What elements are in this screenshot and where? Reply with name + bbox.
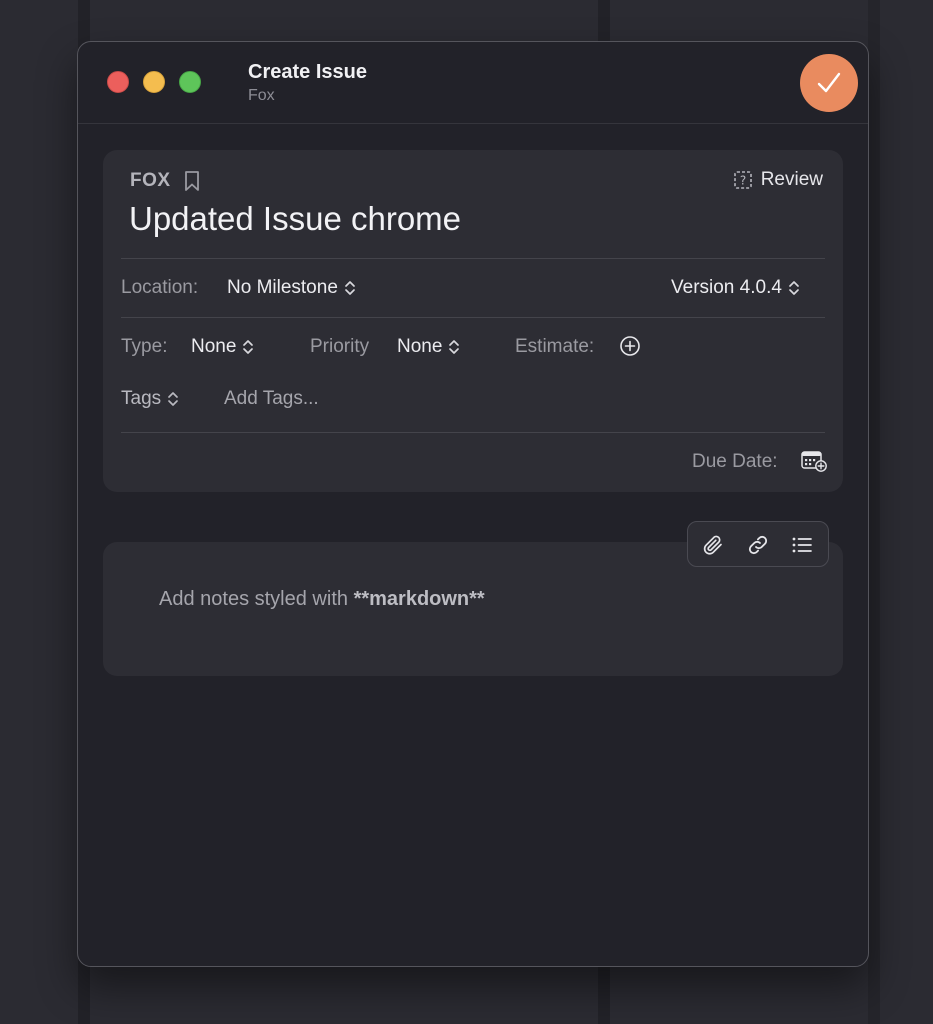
tags-label: Tags xyxy=(121,388,162,409)
notes-toolbar xyxy=(687,521,829,567)
add-tags-input[interactable]: Add Tags... xyxy=(224,388,319,410)
window-subtitle: Fox xyxy=(248,87,275,104)
type-value: None xyxy=(191,336,237,357)
chevron-up-down-icon xyxy=(345,281,355,295)
type-label: Type: xyxy=(121,336,168,357)
chevron-up-down-icon xyxy=(243,340,254,354)
chevron-up-down-icon xyxy=(789,281,799,295)
divider xyxy=(121,258,825,259)
divider xyxy=(121,317,825,318)
version-selector[interactable]: Version 4.0.4 xyxy=(671,277,800,299)
link-icon[interactable] xyxy=(746,533,770,557)
issue-details-card: FOX ? Review Updated Issue chrome Locati… xyxy=(103,150,843,492)
add-estimate-icon[interactable] xyxy=(619,335,641,357)
notes-placeholder-bold: **markdown** xyxy=(353,588,485,610)
location-selector[interactable]: No Milestone xyxy=(227,277,356,299)
type-selector[interactable]: None xyxy=(191,336,254,358)
window-title: Create Issue xyxy=(248,61,367,83)
divider xyxy=(121,432,825,433)
priority-selector[interactable]: None xyxy=(397,336,460,358)
review-icon: ? xyxy=(733,171,752,189)
priority-label: Priority xyxy=(310,336,370,357)
location-value: No Milestone xyxy=(227,277,338,298)
close-window-button[interactable] xyxy=(107,71,129,93)
checkmark-icon xyxy=(817,72,841,93)
issue-title-field[interactable]: Updated Issue chrome xyxy=(129,200,461,238)
chevron-up-down-icon xyxy=(168,392,178,406)
create-issue-window: Create Issue Fox FOX ? Review Updated Is… xyxy=(77,41,869,967)
bookmark-icon[interactable] xyxy=(184,170,200,192)
priority-value: None xyxy=(397,336,443,357)
paperclip-icon[interactable] xyxy=(701,533,725,557)
review-button[interactable]: ? Review xyxy=(733,169,823,191)
calendar-add-icon[interactable] xyxy=(801,450,827,472)
chevron-up-down-icon xyxy=(449,340,460,354)
notes-placeholder-text: Add notes styled with xyxy=(159,588,354,610)
project-key: FOX xyxy=(130,170,171,191)
list-icon[interactable] xyxy=(790,533,814,557)
review-label: Review xyxy=(760,169,823,190)
version-value: Version 4.0.4 xyxy=(671,277,782,298)
background-panel-edge-right xyxy=(868,0,880,1024)
notes-placeholder: Add notes styled with **markdown** xyxy=(159,588,485,611)
tags-selector[interactable]: Tags xyxy=(121,388,179,410)
title-bar: Create Issue Fox xyxy=(78,42,868,124)
due-date-label: Due Date: xyxy=(692,451,778,472)
create-issue-confirm-button[interactable] xyxy=(800,54,858,112)
minimize-window-button[interactable] xyxy=(143,71,165,93)
svg-text:?: ? xyxy=(740,174,746,188)
estimate-label: Estimate: xyxy=(515,336,595,357)
maximize-window-button[interactable] xyxy=(179,71,201,93)
location-label: Location: xyxy=(121,277,199,298)
